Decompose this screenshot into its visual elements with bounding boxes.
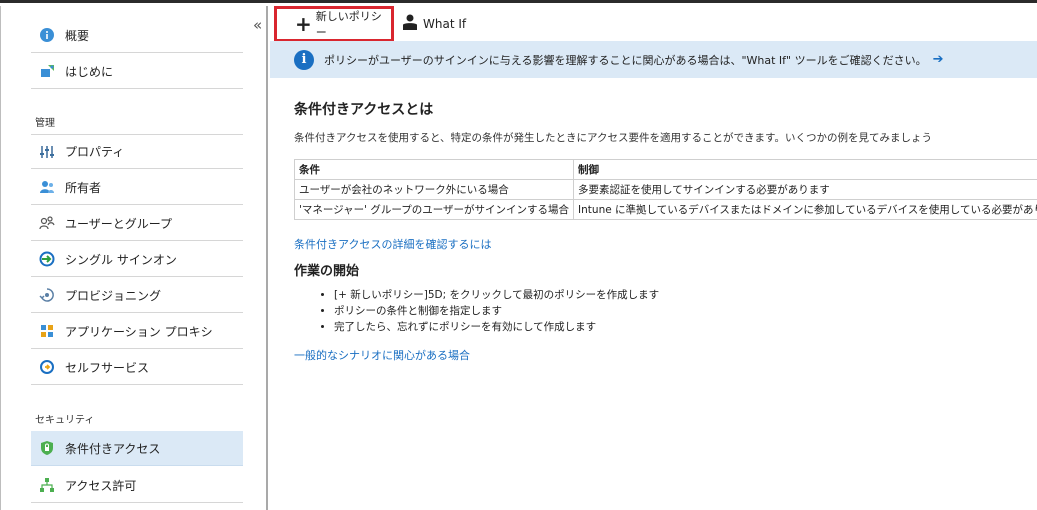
table-row: ユーザーが会社のネットワーク外にいる場合 多要素認証を使用してサインインする必要… xyxy=(293,179,1037,200)
sidebar-item-conditional-access[interactable]: 条件付きアクセス xyxy=(31,431,243,466)
single-sign-on-icon xyxy=(39,251,55,267)
sidebar-item-owners[interactable]: 所有者 xyxy=(31,170,243,205)
provisioning-icon xyxy=(39,287,55,303)
scenarios-link[interactable]: 一般的なシナリオに関心がある場合 xyxy=(294,349,470,362)
sidebar-item-label: 条件付きアクセス xyxy=(65,441,161,456)
sidebar-item-permissions[interactable]: アクセス許可 xyxy=(31,468,243,503)
sidebar-item-app-proxy[interactable]: アプリケーション プロキシ xyxy=(31,314,243,349)
sidebar-item-self-service[interactable]: セルフサービス xyxy=(31,350,243,385)
sidebar-item-label: セルフサービス xyxy=(65,360,150,375)
plus-icon: + xyxy=(295,12,312,36)
table-cell: 'マネージャー' グループのユーザーがサインインする場合 xyxy=(293,199,575,220)
sidebar: « 概要 はじめに 管理 プロパティ 所有者 ユーザーとグループ シングル サイ… xyxy=(0,6,268,510)
owners-icon xyxy=(39,179,55,195)
column-header-condition: 条件 xyxy=(293,159,575,180)
column-header-control: 制御 xyxy=(573,159,1037,180)
examples-table: 条件 制御 ユーザーが会社のネットワーク外にいる場合 多要素認証を使用してサイン… xyxy=(293,159,1037,220)
info-icon: i xyxy=(294,49,314,70)
page-title: 条件付きアクセスとは xyxy=(294,102,434,118)
collapse-sidebar-button[interactable]: « xyxy=(253,16,262,34)
app-proxy-icon xyxy=(39,323,55,339)
sidebar-item-properties[interactable]: プロパティ xyxy=(31,134,243,169)
list-item: ポリシーの条件と制御を指定します xyxy=(334,303,1034,319)
page-description: 条件付きアクセスを使用すると、特定の条件が発生したときにアクセス要件を適用するこ… xyxy=(294,132,932,144)
table-cell: ユーザーが会社のネットワーク外にいる場合 xyxy=(293,179,575,200)
sidebar-item-label: ユーザーとグループ xyxy=(65,216,173,231)
properties-icon xyxy=(39,144,55,160)
steps-list: [+ 新しいポリシー]5D; をクリックして最初のポリシーを作成します ポリシー… xyxy=(294,287,1034,335)
what-if-button[interactable]: What If xyxy=(403,14,466,33)
what-if-label: What If xyxy=(423,16,467,31)
sidebar-item-label: プロパティ xyxy=(65,145,125,159)
conditional-access-icon xyxy=(39,440,55,456)
self-service-icon xyxy=(39,359,55,375)
getting-started-title: 作業の開始 xyxy=(294,264,360,279)
sidebar-item-overview[interactable]: 概要 xyxy=(31,18,243,53)
sidebar-item-label: 所有者 xyxy=(65,180,102,195)
permissions-icon xyxy=(39,477,55,493)
sidebar-item-label: シングル サインオン xyxy=(65,252,177,267)
table-cell: 多要素認証を使用してサインインする必要があります xyxy=(573,179,1037,200)
person-icon xyxy=(403,14,417,33)
main-content: 条件付きアクセスとは 条件付きアクセスを使用すると、特定の条件が発生したときにア… xyxy=(293,99,1037,363)
list-item: 完了したら、忘れずにポリシーを有効にして作成します xyxy=(334,319,1034,335)
arrow-right-icon[interactable]: ➔ xyxy=(933,52,944,67)
sidebar-item-label: アクセス許可 xyxy=(65,478,137,493)
banner-message: ポリシーがユーザーのサインインに与える影響を理解することに関心がある場合は、"W… xyxy=(324,53,927,67)
getting-started-icon xyxy=(39,63,55,79)
table-cell: Intune に準拠しているデバイスまたはドメインに参加しているデバイスを使用し… xyxy=(573,199,1037,220)
sidebar-item-getting-started[interactable]: はじめに xyxy=(31,54,243,89)
sidebar-item-users-groups[interactable]: ユーザーとグループ xyxy=(31,206,243,241)
sidebar-item-label: プロビジョニング xyxy=(65,288,162,303)
sidebar-item-label: はじめに xyxy=(65,64,114,79)
new-policy-label: 新しいポリシー xyxy=(315,10,382,39)
users-groups-icon xyxy=(39,215,55,231)
sidebar-item-label: 概要 xyxy=(65,28,90,43)
list-item: [+ 新しいポリシー]5D; をクリックして最初のポリシーを作成します xyxy=(334,287,1034,303)
table-header-row: 条件 制御 xyxy=(293,159,1037,180)
learn-more-link[interactable]: 条件付きアクセスの詳細を確認するには xyxy=(294,238,491,251)
sidebar-item-provisioning[interactable]: プロビジョニング xyxy=(31,278,243,313)
info-icon xyxy=(39,27,55,43)
info-banner[interactable]: i ポリシーがユーザーのサインインに与える影響を理解することに関心がある場合は、… xyxy=(270,41,1037,78)
app-frame: « 概要 はじめに 管理 プロパティ 所有者 ユーザーとグループ シングル サイ… xyxy=(0,0,1037,510)
sidebar-item-label: アプリケーション プロキシ xyxy=(65,324,213,339)
command-bar: + 新しいポリシー What If xyxy=(270,6,1037,42)
sidebar-item-single-sign-on[interactable]: シングル サインオン xyxy=(31,242,243,277)
table-row: 'マネージャー' グループのユーザーがサインインする場合 Intune に準拠し… xyxy=(293,199,1037,220)
section-header-security: セキュリティ xyxy=(35,415,95,426)
section-header-manage: 管理 xyxy=(35,118,55,129)
new-policy-button[interactable]: + 新しいポリシー xyxy=(274,6,394,42)
